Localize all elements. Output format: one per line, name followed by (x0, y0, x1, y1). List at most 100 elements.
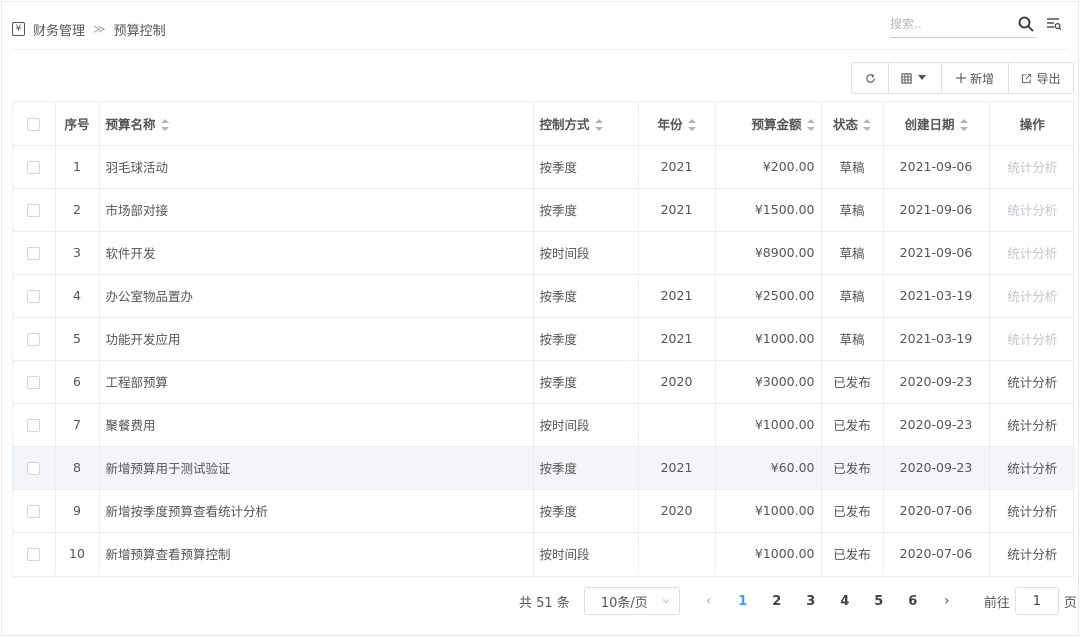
page-button-2[interactable]: 2 (760, 594, 794, 609)
sort-icon[interactable] (160, 119, 169, 132)
column-header-name[interactable]: 预算名称 (99, 102, 534, 146)
refresh-button[interactable] (852, 63, 889, 93)
column-header-created[interactable]: 创建日期 (883, 102, 990, 146)
row-amount: ¥1000.00 (715, 317, 822, 361)
pagination-total: 共 51 条 (519, 595, 570, 611)
stats-analysis-link[interactable]: 统计分析 (1007, 332, 1057, 347)
page-size-select[interactable]: 10条/页 (583, 587, 680, 615)
row-method: 按时间段 (533, 231, 639, 275)
add-button[interactable]: 新增 (942, 63, 1009, 93)
row-created: 2020-09-23 (883, 403, 990, 447)
table-row[interactable]: 9 新增按季度预算查看统计分析 按季度 2020 ¥1000.00 已发布 2020-07-… (13, 489, 1075, 533)
page-button-5[interactable]: 5 (862, 594, 896, 609)
row-action: 统计分析 (989, 274, 1075, 318)
table-row[interactable]: 6 工程部预算 按季度 2020 ¥3000.00 已发布 2020-09-23 统计分析 (13, 360, 1075, 404)
goto-page-input[interactable] (1014, 587, 1059, 615)
chevron-down-icon (662, 599, 670, 604)
row-checkbox-cell (13, 274, 56, 318)
stats-analysis-link[interactable]: 统计分析 (1007, 547, 1057, 562)
stats-analysis-link[interactable]: 统计分析 (1007, 375, 1057, 390)
search-input[interactable] (890, 14, 1010, 34)
table-row[interactable]: 4 办公室物品置办 按季度 2021 ¥2500.00 草稿 2021-03-19 统计分析 (13, 274, 1075, 318)
row-action: 统计分析 (989, 317, 1075, 361)
row-name: 新增预算用于测试验证 (99, 446, 534, 490)
row-created: 2021-09-06 (883, 145, 990, 189)
row-checkbox[interactable] (27, 204, 41, 217)
row-checkbox[interactable] (27, 505, 41, 518)
row-method: 按时间段 (533, 403, 639, 447)
export-button[interactable]: 导出 (1009, 63, 1073, 93)
next-page-button[interactable]: › (930, 593, 964, 609)
sort-icon[interactable] (806, 119, 815, 132)
stats-analysis-link[interactable]: 统计分析 (1007, 418, 1057, 433)
table-row[interactable]: 10 新增预算查看预算控制 按时间段 ¥1000.00 已发布 2020-07-06 统计分… (13, 532, 1075, 575)
sort-icon[interactable] (959, 119, 968, 132)
goto-suffix: 页 (1063, 595, 1077, 611)
column-header-status[interactable]: 状态 (821, 102, 884, 146)
row-status: 已发布 (821, 360, 884, 404)
prev-page-button[interactable]: ‹ (692, 593, 726, 609)
row-year (638, 403, 716, 447)
breadcrumb-root[interactable]: 财务管理 (33, 20, 85, 39)
table-row[interactable]: 5 功能开发应用 按季度 2021 ¥1000.00 草稿 2021-03-19 统计分析 (13, 317, 1075, 361)
row-method: 按季度 (533, 446, 639, 490)
table-row[interactable]: 2 市场部对接 按季度 2021 ¥1500.00 草稿 2021-09-06 统计分析 (13, 188, 1075, 232)
goto-label: 前往 (983, 595, 1010, 611)
table-row[interactable]: 1 羽毛球活动 按季度 2021 ¥200.00 草稿 2021-09-06 统计分析 (13, 145, 1075, 189)
row-status: 草稿 (821, 274, 884, 318)
row-created: 2020-09-23 (883, 360, 990, 404)
row-checkbox-cell (13, 489, 56, 533)
row-checkbox-cell (13, 145, 56, 189)
page-button-4[interactable]: 4 (828, 594, 862, 609)
row-checkbox[interactable] (27, 462, 41, 475)
row-created: 2021-03-19 (883, 274, 990, 318)
page-button-6[interactable]: 6 (896, 594, 930, 609)
row-name: 办公室物品置办 (99, 274, 534, 318)
column-header-year[interactable]: 年份 (638, 102, 716, 146)
stats-analysis-link[interactable]: 统计分析 (1007, 289, 1057, 304)
column-header-method[interactable]: 控制方式 (533, 102, 639, 146)
row-created: 2021-09-06 (883, 231, 990, 275)
row-checkbox[interactable] (27, 290, 41, 303)
row-year: 2021 (638, 274, 716, 318)
row-created: 2021-03-19 (883, 317, 990, 361)
row-checkbox[interactable] (27, 161, 41, 174)
row-year: 2021 (638, 446, 716, 490)
select-all-checkbox[interactable] (27, 117, 41, 131)
page-button-1[interactable]: 1 (726, 594, 760, 609)
row-index: 4 (55, 274, 100, 318)
page-button-3[interactable]: 3 (794, 594, 828, 609)
row-year (638, 532, 716, 575)
row-checkbox-cell (13, 446, 56, 490)
row-checkbox[interactable] (27, 247, 41, 260)
row-name: 软件开发 (99, 231, 534, 275)
advanced-filter-icon[interactable] (1046, 16, 1062, 32)
select-all-cell (13, 102, 56, 146)
stats-analysis-link[interactable]: 统计分析 (1007, 461, 1057, 476)
row-name: 功能开发应用 (99, 317, 534, 361)
sort-icon[interactable] (863, 119, 871, 132)
column-header-amount[interactable]: 预算金额 (715, 102, 822, 146)
stats-analysis-link[interactable]: 统计分析 (1007, 203, 1057, 218)
table-row[interactable]: 3 软件开发 按时间段 ¥8900.00 草稿 2021-09-06 统计分析 (13, 231, 1075, 275)
table-row[interactable]: 8 新增预算用于测试验证 按季度 2021 ¥60.00 已发布 2020-09-23 统计分… (13, 446, 1075, 490)
row-checkbox[interactable] (27, 333, 41, 346)
column-settings-button[interactable] (889, 63, 942, 93)
page-size-value: 10条/页 (600, 595, 648, 611)
search-icon[interactable] (1018, 16, 1034, 32)
sort-icon[interactable] (687, 119, 696, 132)
stats-analysis-link[interactable]: 统计分析 (1007, 504, 1057, 519)
stats-analysis-link[interactable]: 统计分析 (1007, 160, 1057, 175)
sort-icon[interactable] (594, 119, 603, 132)
row-year: 2021 (638, 317, 716, 361)
table-row[interactable]: 7 聚餐费用 按时间段 ¥1000.00 已发布 2020-09-23 统计分析 (13, 403, 1075, 447)
row-checkbox[interactable] (27, 419, 41, 432)
row-checkbox-cell (13, 231, 56, 275)
column-header-action: 操作 (989, 102, 1075, 146)
row-checkbox[interactable] (27, 376, 41, 389)
row-checkbox[interactable] (27, 548, 41, 562)
row-status: 已发布 (821, 446, 884, 490)
row-checkbox-cell (13, 317, 56, 361)
row-action: 统计分析 (989, 360, 1075, 404)
stats-analysis-link[interactable]: 统计分析 (1007, 246, 1057, 261)
